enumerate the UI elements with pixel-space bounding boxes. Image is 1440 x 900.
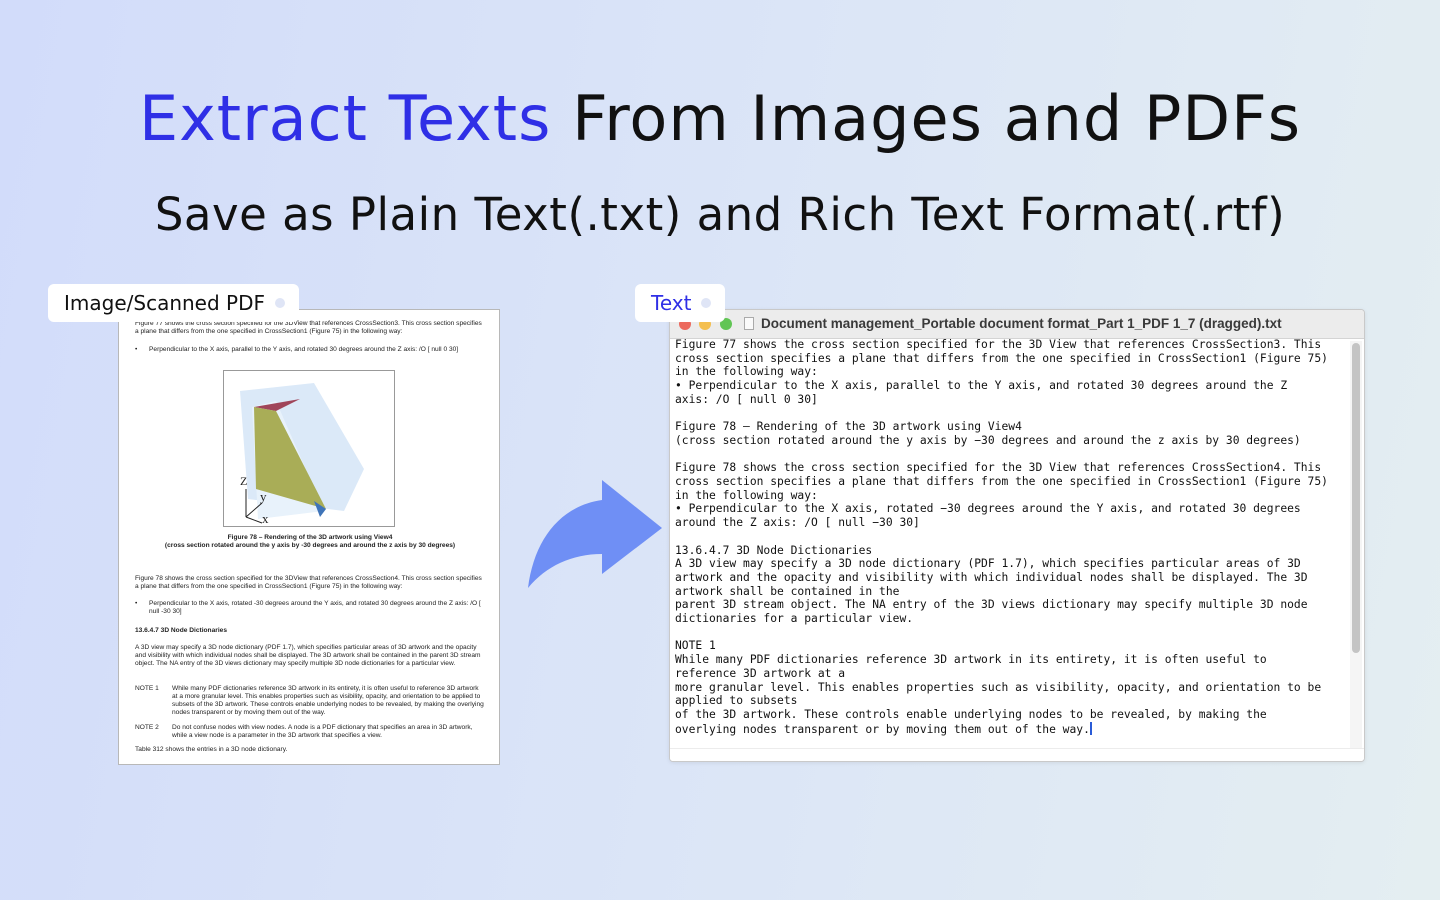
text-caret — [1089, 721, 1092, 735]
pdf-paragraph: A 3D view may specify a 3D node dictiona… — [135, 644, 481, 667]
pdf-bullet: • Perpendicular to the X axis, rotated -3… — [135, 600, 481, 615]
pdf-note: NOTE 2 Do not confuse nodes with view no… — [135, 724, 485, 740]
tag-label: Text — [651, 291, 692, 315]
pdf-note-text: Do not confuse nodes with view nodes. A … — [172, 724, 473, 739]
headline: Extract Texts From Images and PDFs — [0, 82, 1440, 155]
pdf-paragraph: Table 312 shows the entries in a 3D node… — [135, 746, 288, 753]
pdf-note: NOTE 1 While many PDF dictionaries refer… — [135, 685, 485, 717]
pdf-3d-figure: Z y x — [223, 370, 395, 527]
axis-label-z: Z — [240, 474, 247, 488]
pdf-paragraph: Figure 77 shows the cross section specif… — [135, 320, 482, 335]
pdf-page-preview: Figure 77 shows the cross section specif… — [118, 309, 500, 765]
headline-rest: From Images and PDFs — [551, 82, 1302, 155]
3d-artwork-image: Z y x — [240, 383, 364, 526]
subheadline: Save as Plain Text(.txt) and Rich Text F… — [154, 188, 1286, 241]
pdf-bullet: • Perpendicular to the X axis, parallel t… — [135, 346, 459, 353]
pdf-bullet-text: Perpendicular to the X axis, rotated -30… — [149, 600, 481, 615]
pdf-paragraph: Figure 78 shows the cross section specif… — [135, 575, 482, 590]
pdf-figure-caption: Figure 78 – Rendering of the 3D artwork … — [227, 534, 393, 541]
pdf-bullet-text: Perpendicular to the X axis, parallel to… — [149, 346, 459, 353]
axis-label-x: x — [262, 511, 269, 526]
text-editor-window[interactable]: Document management_Portable document fo… — [669, 309, 1365, 762]
document-icon — [744, 317, 754, 330]
window-bottom-edge — [670, 748, 1364, 761]
axis-label-y: y — [260, 489, 267, 504]
scrollbar-thumb[interactable] — [1352, 343, 1360, 653]
extracted-text: Figure 77 shows the cross section specif… — [675, 338, 1328, 736]
pdf-note-text: While many PDF dictionaries reference 3D… — [172, 685, 484, 716]
window-titlebar[interactable]: Document management_Portable document fo… — [670, 310, 1364, 339]
text-editor-content[interactable]: Figure 77 shows the cross section specif… — [675, 338, 1345, 758]
image-scanned-pdf-tag: Image/Scanned PDF — [48, 284, 299, 322]
pdf-section-heading: 13.6.4.7 3D Node Dictionaries — [135, 627, 227, 634]
window-title: Document management_Portable document fo… — [761, 316, 1282, 331]
tag-label: Image/Scanned PDF — [64, 291, 265, 315]
pdf-note-label: NOTE 1 — [135, 685, 159, 692]
tag-dot-icon — [275, 298, 285, 308]
headline-highlight: Extract Texts — [138, 82, 552, 155]
text-tag: Text — [635, 284, 726, 322]
curved-arrow-icon — [528, 480, 662, 588]
tag-dot-icon — [701, 298, 712, 308]
pdf-note-label: NOTE 2 — [135, 724, 159, 731]
pdf-figure-subcaption: (cross section rotated around the y axis… — [164, 542, 456, 549]
